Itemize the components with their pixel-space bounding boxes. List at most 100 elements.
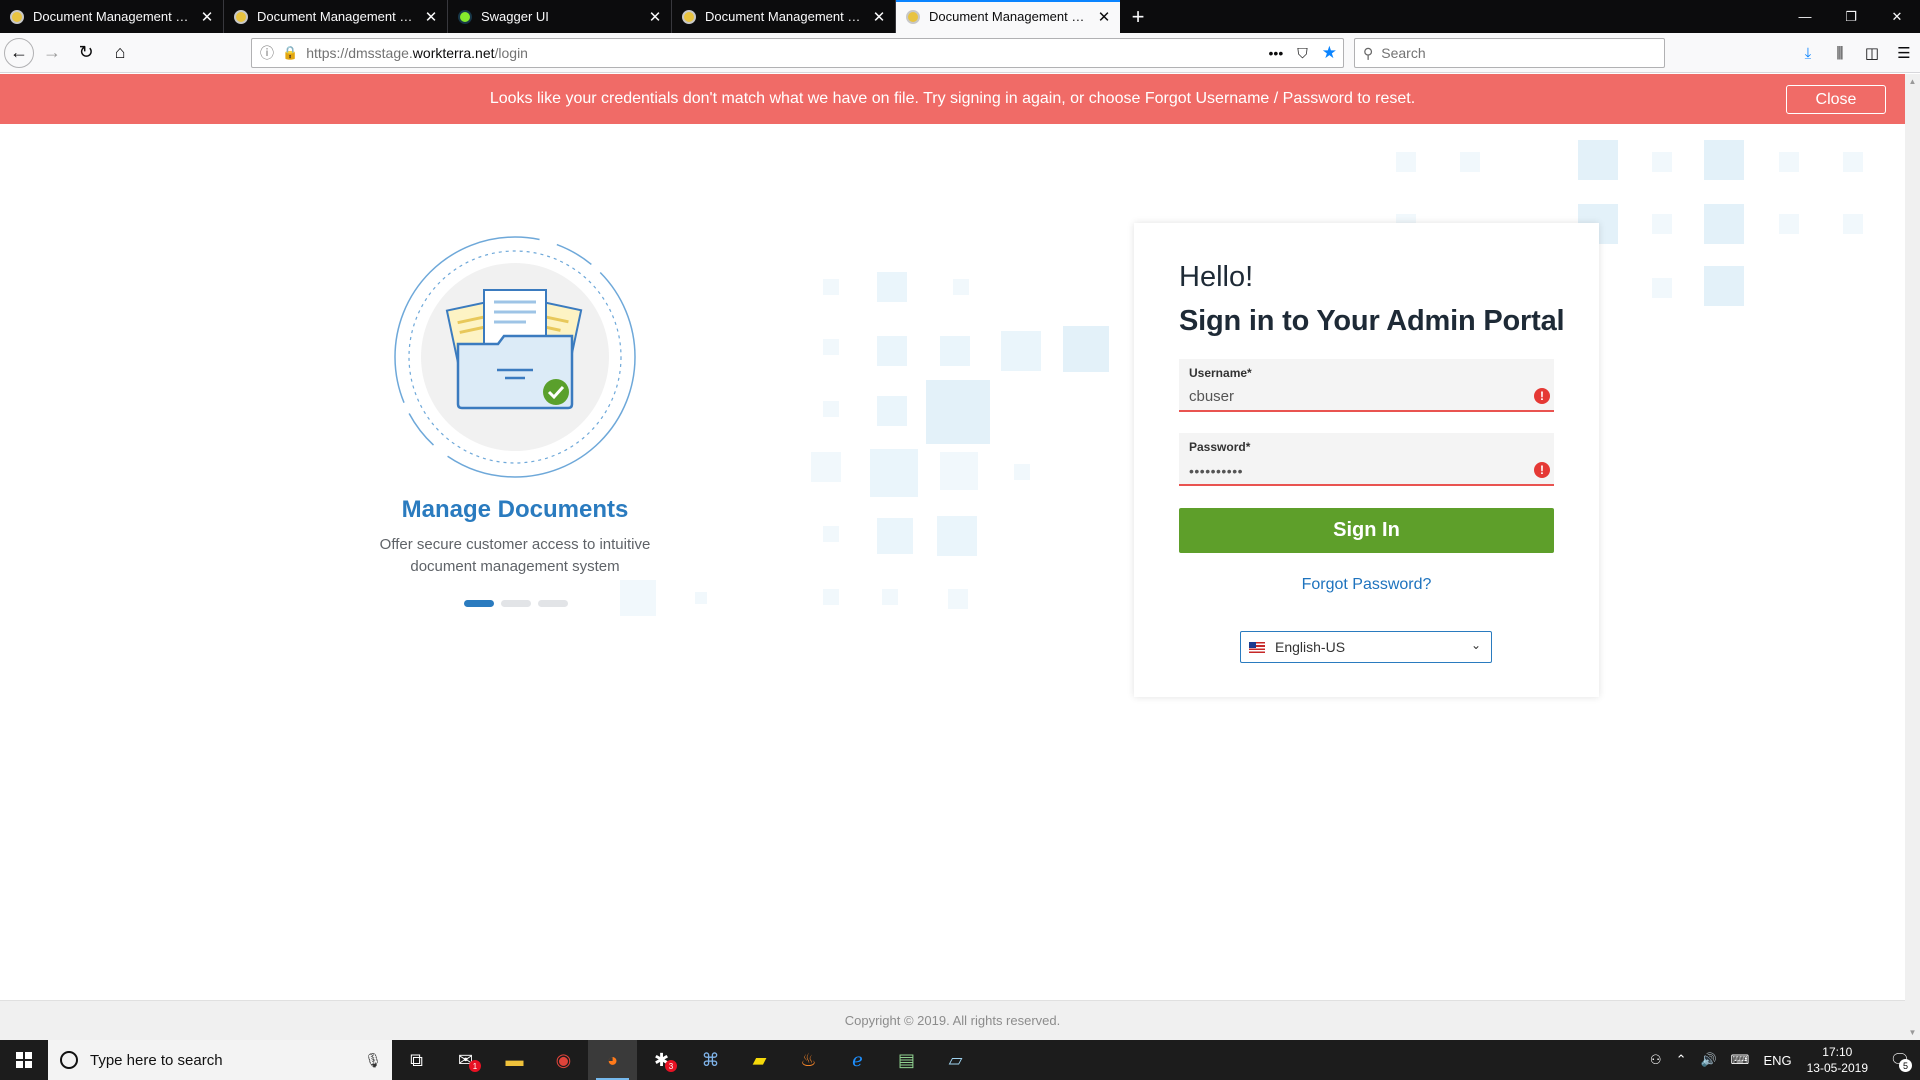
tab-title: Document Management Servic xyxy=(705,9,863,24)
tab-title: Document Management Servic xyxy=(257,9,415,24)
us-flag-icon xyxy=(1249,641,1265,653)
browser-tab[interactable]: Document Management Servic ✕ xyxy=(224,0,448,33)
task-view-icon[interactable]: ⧉ xyxy=(392,1040,441,1080)
chevron-down-icon: ⌄ xyxy=(1470,638,1481,652)
carousel-title: Manage Documents xyxy=(401,496,629,523)
page-scrollbar[interactable]: ▲ ▼ xyxy=(1905,74,1920,1040)
login-card: Hello! Sign in to Your Admin Portal User… xyxy=(1134,223,1599,697)
edge-icon[interactable]: ℯ xyxy=(833,1040,882,1080)
site-favicon-icon xyxy=(906,9,920,24)
close-tab-icon[interactable]: ✕ xyxy=(647,9,663,26)
start-button[interactable] xyxy=(0,1040,48,1080)
taskbar-search-box[interactable]: Type here to search 🎙 xyxy=(48,1040,392,1080)
carousel-dot-2[interactable] xyxy=(501,600,531,607)
action-center-icon[interactable]: 🗨5 xyxy=(1880,1040,1920,1080)
chrome-icon[interactable]: ◉ xyxy=(539,1040,588,1080)
firefox-icon[interactable]: ◕ xyxy=(588,1040,637,1080)
address-bar[interactable]: ⓘ 🔒 https://dmsstage. workterra.net/login… xyxy=(251,38,1344,68)
site-favicon-icon xyxy=(682,9,696,24)
password-label: Password* xyxy=(1189,440,1251,454)
keyboard-icon[interactable]: ⌨ xyxy=(1724,1052,1757,1068)
carousel-description-line: Offer secure customer access to intuitiv… xyxy=(379,536,651,553)
tab-title: Document Management Servic xyxy=(929,9,1088,24)
clock-time: 17:10 xyxy=(1822,1045,1853,1059)
forgot-password-text[interactable]: Forgot Password? xyxy=(1302,576,1432,593)
input-language[interactable]: ENG xyxy=(1756,1053,1798,1068)
alert-close-button[interactable]: Close xyxy=(1786,85,1886,114)
scroll-up-icon[interactable]: ▲ xyxy=(1905,74,1920,89)
reload-icon[interactable]: ↻ xyxy=(70,37,102,69)
browser-tab[interactable]: Document Management Servic ✕ xyxy=(672,0,896,33)
sql-server-icon[interactable]: ⌘ xyxy=(686,1040,735,1080)
slack-icon[interactable]: ✱ 3 xyxy=(637,1040,686,1080)
back-arrow-icon[interactable]: ← xyxy=(4,37,34,68)
pocket-icon[interactable]: ⛉ xyxy=(1297,45,1308,62)
browser-tab[interactable]: Swagger UI ✕ xyxy=(448,0,672,33)
volume-icon[interactable]: 🔊 xyxy=(1693,1052,1723,1068)
url-prefix: https://dmsstage. xyxy=(306,45,413,61)
password-value[interactable]: •••••••••• xyxy=(1189,463,1243,479)
bookmark-star-icon[interactable]: ★ xyxy=(1322,43,1337,63)
minimize-icon[interactable]: — xyxy=(1782,0,1828,33)
url-host: workterra.net xyxy=(412,45,495,61)
mail-app-icon[interactable]: ✉ 1 xyxy=(441,1040,490,1080)
swagger-favicon-icon xyxy=(458,9,472,24)
sidebar-icon[interactable]: ◫ xyxy=(1856,44,1888,62)
carousel-dot-1[interactable] xyxy=(464,600,494,607)
microphone-icon[interactable]: 🎙 xyxy=(364,1052,382,1069)
url-path: /login xyxy=(494,45,528,61)
clock[interactable]: 17:10 13-05-2019 xyxy=(1799,1044,1880,1076)
file-explorer-icon[interactable]: ▬ xyxy=(490,1040,539,1080)
browser-tab[interactable]: Document Management Servic ✕ xyxy=(0,0,224,33)
page-footer: Copyright © 2019. All rights reserved. xyxy=(0,1000,1905,1040)
error-alert-banner: Looks like your credentials don't match … xyxy=(0,74,1905,124)
slack-badge: 3 xyxy=(665,1060,677,1072)
language-select[interactable]: English-US ⌄ xyxy=(1240,631,1492,663)
password-field[interactable]: Password* •••••••••• ! xyxy=(1179,433,1554,486)
carousel-dot-3[interactable] xyxy=(538,600,568,607)
info-icon[interactable]: ⓘ xyxy=(260,43,274,63)
close-tab-icon[interactable]: ✕ xyxy=(423,9,439,26)
flame-app-icon[interactable]: ♨ xyxy=(784,1040,833,1080)
restore-icon[interactable]: ❐ xyxy=(1828,0,1874,33)
people-icon[interactable]: ⚇ xyxy=(1643,1052,1669,1068)
forward-arrow-icon[interactable]: → xyxy=(36,37,68,69)
home-icon[interactable]: ⌂ xyxy=(104,37,136,69)
search-icon: ⚲ xyxy=(1363,44,1374,61)
close-window-icon[interactable]: ✕ xyxy=(1874,0,1920,33)
sign-in-button[interactable]: Sign In xyxy=(1179,508,1554,553)
new-tab-button[interactable]: + xyxy=(1120,0,1156,33)
menu-icon[interactable]: ☰ xyxy=(1888,44,1920,62)
notification-count: 5 xyxy=(1899,1059,1912,1072)
taskbar-search-placeholder: Type here to search xyxy=(90,1051,223,1069)
close-tab-icon[interactable]: ✕ xyxy=(871,9,887,26)
scroll-down-icon[interactable]: ▼ xyxy=(1905,1025,1920,1040)
tab-title: Swagger UI xyxy=(481,9,549,24)
browser-toolbar: ← → ↻ ⌂ ⓘ 🔒 https://dmsstage. workterra.n… xyxy=(0,33,1920,73)
forgot-password-link: Forgot Password? xyxy=(1134,576,1599,594)
login-title: Sign in to Your Admin Portal xyxy=(1179,305,1565,337)
close-tab-icon[interactable]: ✕ xyxy=(1096,9,1112,26)
error-icon: ! xyxy=(1534,388,1550,404)
username-value[interactable]: cbuser xyxy=(1189,388,1234,405)
carousel-description-line: document management system xyxy=(410,558,620,575)
sticky-notes-icon[interactable]: ▰ xyxy=(735,1040,784,1080)
page-actions-icon[interactable]: ••• xyxy=(1269,45,1284,61)
browser-search-input[interactable]: ⚲ Search xyxy=(1354,38,1665,68)
library-icon[interactable]: ⫼ xyxy=(1824,45,1856,62)
cortana-icon xyxy=(60,1051,78,1069)
browser-tools: ⤓ ⫼ ◫ ☰ xyxy=(1792,33,1920,73)
browser-tab-active[interactable]: Document Management Servic ✕ xyxy=(896,0,1120,33)
clock-date: 13-05-2019 xyxy=(1806,1061,1868,1075)
username-field[interactable]: Username* cbuser ! xyxy=(1179,359,1554,412)
archive-app-icon[interactable]: ▤ xyxy=(882,1040,931,1080)
close-tab-icon[interactable]: ✕ xyxy=(199,9,215,26)
mail-badge: 1 xyxy=(469,1060,481,1072)
tray-overflow-icon[interactable]: ⌃ xyxy=(1669,1052,1694,1068)
site-favicon-icon xyxy=(234,9,248,24)
language-value: English-US xyxy=(1275,639,1346,655)
greeting: Hello! xyxy=(1179,261,1254,293)
download-icon[interactable]: ⤓ xyxy=(1792,45,1824,62)
taskbar-apps: ⧉ ✉ 1 ▬ ◉ ◕ ✱ 3 ⌘ ▰ ♨ ℯ ▤ ▱ xyxy=(392,1040,980,1080)
notepad-icon[interactable]: ▱ xyxy=(931,1040,980,1080)
